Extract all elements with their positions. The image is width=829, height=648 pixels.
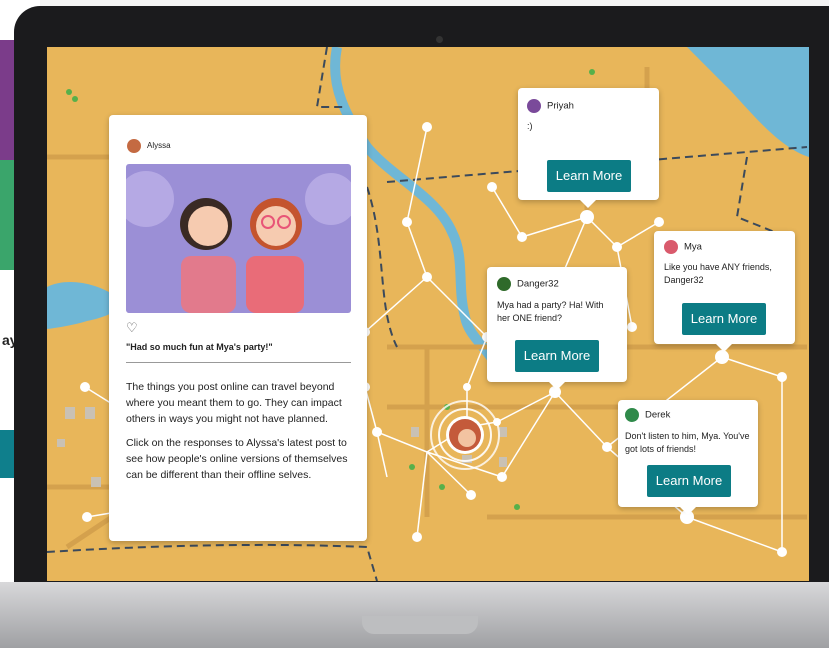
lake-top-right bbox=[687, 47, 809, 157]
response-card-danger32: Danger32 Mya had a party? Ha! With her O… bbox=[487, 267, 627, 390]
response-name: Danger32 bbox=[517, 278, 559, 290]
response-card-mya: Mya Like you have ANY friends, Danger32 … bbox=[654, 231, 795, 352]
post-paragraph-2: Click on the responses to Alyssa's lates… bbox=[126, 437, 348, 481]
learn-more-button[interactable]: Learn More bbox=[682, 303, 766, 335]
avatar bbox=[527, 99, 541, 113]
post-paragraph-1: The things you post online can travel be… bbox=[126, 381, 342, 425]
avatar bbox=[497, 277, 511, 291]
post-author-row: Alyssa bbox=[127, 139, 171, 153]
avatar bbox=[625, 408, 639, 422]
response-message: Don't listen to him, Mya. You've got lot… bbox=[625, 431, 750, 454]
post-image bbox=[126, 164, 351, 313]
response-message: :) bbox=[527, 121, 533, 131]
response-name: Derek bbox=[645, 409, 671, 421]
learn-more-button[interactable]: Learn More bbox=[547, 160, 631, 192]
camera-icon bbox=[436, 36, 443, 43]
card-pointer bbox=[549, 382, 565, 390]
response-header: Danger32 bbox=[497, 277, 559, 291]
response-name: Mya bbox=[684, 241, 702, 253]
response-header: Priyah bbox=[527, 99, 574, 113]
response-card-derek: Derek Don't listen to him, Mya. You've g… bbox=[618, 400, 758, 515]
response-message: Like you have ANY friends, Danger32 bbox=[664, 262, 772, 285]
learn-more-button[interactable]: Learn More bbox=[647, 465, 731, 497]
avatar bbox=[127, 139, 141, 153]
post-caption: "Had so much fun at Mya's party!" bbox=[126, 342, 273, 352]
learn-more-button[interactable]: Learn More bbox=[515, 340, 599, 372]
response-name: Priyah bbox=[547, 100, 574, 112]
post-author: Alyssa bbox=[147, 141, 171, 151]
avatar bbox=[664, 240, 678, 254]
post-card: Alyssa ♡ "Had so much fun at Mya's party… bbox=[109, 115, 367, 541]
card-pointer bbox=[580, 200, 596, 208]
response-message: Mya had a party? Ha! With her ONE friend… bbox=[497, 300, 604, 323]
laptop-base bbox=[0, 582, 829, 648]
response-header: Derek bbox=[625, 408, 670, 422]
response-card-priyah: Priyah :) Learn More bbox=[518, 88, 659, 208]
divider bbox=[126, 362, 351, 363]
card-pointer bbox=[680, 507, 696, 515]
laptop-notch bbox=[362, 616, 478, 634]
response-header: Mya bbox=[664, 240, 702, 254]
card-pointer bbox=[716, 344, 732, 352]
heart-outline-icon[interactable]: ♡ bbox=[126, 320, 138, 336]
post-description: The things you post online can travel be… bbox=[126, 379, 348, 491]
